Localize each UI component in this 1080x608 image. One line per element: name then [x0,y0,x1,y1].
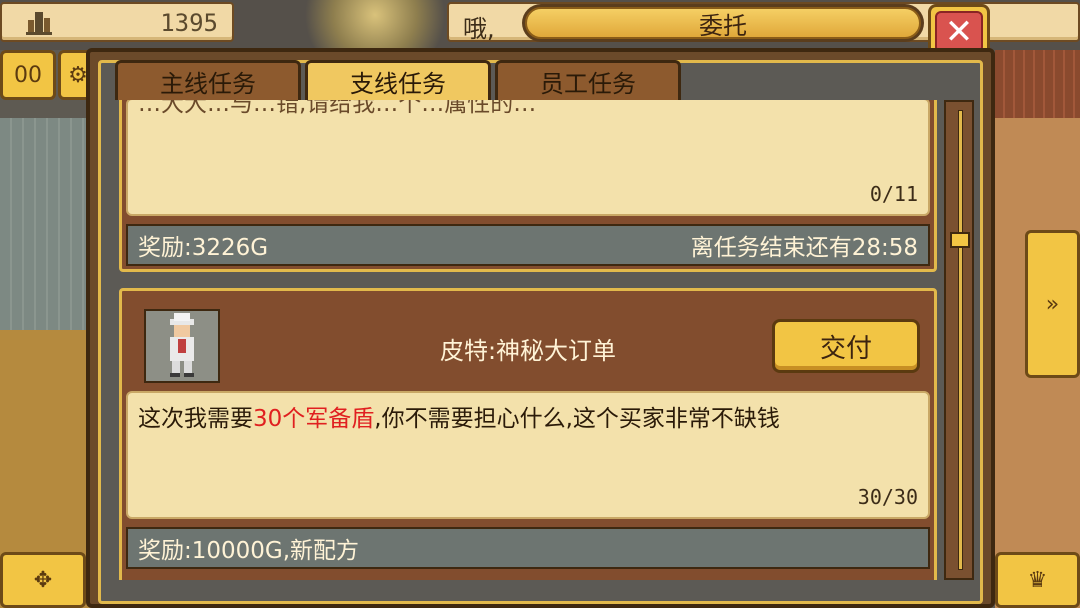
task-progress: 30/30 [857,485,918,509]
background-stone-floor [0,118,100,338]
menu-00-button[interactable]: 00 [0,50,56,100]
task-card: …大大…与…错,请给我…个…属性的… 0/11 奖励:3226G 离任务结束还有… [119,100,937,272]
task-description: 这次我需要30个军备盾,你不需要担心什么,这个买家非常不缺钱 30/30 [126,391,930,519]
task-card: 皮特:神秘大订单 交付 这次我需要30个军备盾,你不需要担心什么,这个买家非常不… [119,288,937,580]
tab-staff-quest[interactable]: 员工任务 [495,60,681,100]
building-icon [26,12,52,35]
tab-bar: 主线任务 支线任务 员工任务 [115,60,681,100]
coin-bar: 1395 [0,2,234,42]
task-reward: 奖励:10000G,新配方 [138,538,360,564]
scrollbar[interactable] [944,100,974,580]
tab-main-quest[interactable]: 主线任务 [115,60,301,100]
gear-icon: ⚙ [68,62,88,88]
task-description: …大大…与…错,请给我…个…属性的… 0/11 [126,100,930,216]
task-description-suffix: ,你不需要担心什么,这个买家非常不缺钱 [374,406,780,432]
tab-side-quest[interactable]: 支线任务 [305,60,491,100]
scrollbar-thumb[interactable] [950,232,970,248]
dpad-icon: ✥ [33,567,53,593]
task-time-left: 离任务结束还有28:58 [690,235,918,261]
coin-count: 1395 [160,9,218,37]
task-reward-row: 奖励:10000G,新配方 [126,527,930,569]
next-arrow-button[interactable]: » [1025,230,1080,378]
task-description-highlight: 30个军备盾 [253,406,375,432]
window-title-plate: 委托 [522,4,924,42]
message-text: 哦, [463,15,495,43]
dpad-button[interactable]: ✥ [0,552,86,608]
task-reward-row: 奖励:3226G 离任务结束还有28:58 [126,224,930,266]
task-description-text: …大大…与…错,请给我…个…属性的… [138,100,537,117]
task-progress: 0/11 [869,182,918,206]
task-description-prefix: 这次我需要 [138,406,253,432]
double-chevron-right-icon: » [1045,291,1060,317]
window-title: 委托 [525,7,921,40]
crown-button[interactable]: ♛ [995,552,1080,608]
crown-icon: ♛ [1027,567,1048,593]
background-brick-wall [995,50,1080,120]
deliver-button[interactable]: 交付 [772,319,920,373]
scrollbar-rail [958,110,963,570]
close-icon: ✕ [935,11,983,53]
task-card-header: 皮特:神秘大订单 交付 [122,291,934,391]
task-reward: 奖励:3226G [138,235,269,261]
task-list[interactable]: …大大…与…错,请给我…个…属性的… 0/11 奖励:3226G 离任务结束还有… [103,100,943,580]
